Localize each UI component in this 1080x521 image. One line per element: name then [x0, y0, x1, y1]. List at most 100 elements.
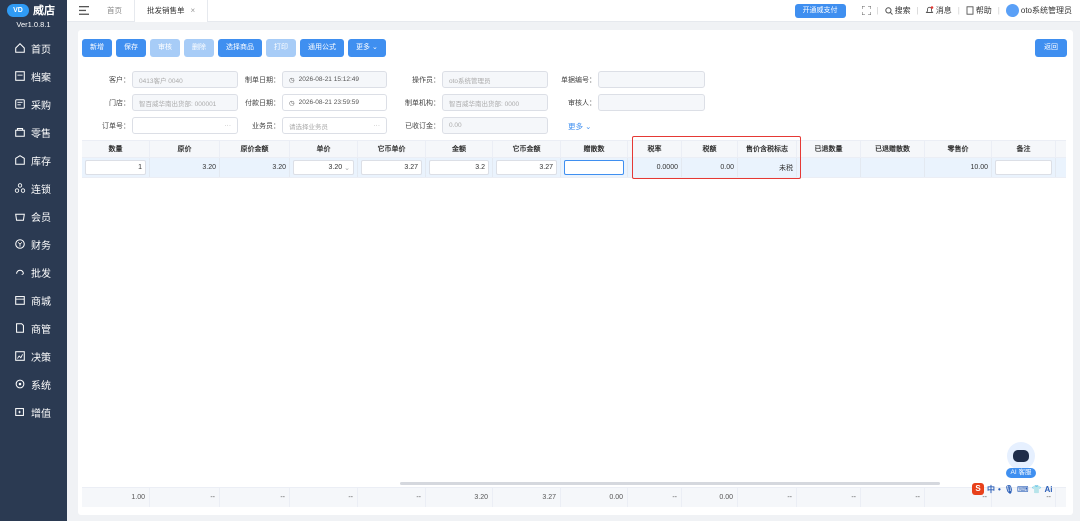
search-button[interactable]: 搜索 [884, 5, 911, 16]
sogou-ime-icon[interactable]: S [972, 483, 984, 495]
cell-tax-amount: 0.00 [682, 158, 738, 177]
column-header[interactable]: 赠散数 [561, 141, 628, 157]
sidebar-item-decision[interactable]: 决策 [0, 342, 67, 370]
cell-amount[interactable]: 3.2 [426, 158, 493, 177]
more-button[interactable]: 更多 ⌄ [348, 39, 386, 57]
keyboard-icon[interactable]: ⌨ [1017, 485, 1029, 494]
gift-qty-input[interactable] [564, 160, 624, 175]
shirt-icon[interactable]: 👕 [1032, 485, 1042, 494]
help-button[interactable]: 帮助 [966, 5, 992, 16]
sidebar-item-wholesale[interactable]: 批发 [0, 258, 67, 286]
new-button[interactable]: 新增 [82, 39, 112, 57]
horizontal-scrollbar[interactable] [400, 482, 940, 485]
return-button[interactable]: 返回 [1035, 39, 1067, 57]
save-button[interactable]: 保存 [116, 39, 146, 57]
unit-price-input[interactable]: 3.20 ⌄ [293, 160, 354, 175]
chain-icon [14, 182, 26, 194]
tab-home[interactable]: 首页 [95, 0, 134, 22]
sidebar-item-system[interactable]: 系统 [0, 370, 67, 398]
top-bar: 首页 批发销售单 × 开通威支付 | 搜索 | 消息 | 帮助 | oto系统管… [67, 0, 1080, 22]
open-pay-button[interactable]: 开通威支付 [794, 3, 846, 18]
sidebar-item-value-added[interactable]: 增值 [0, 398, 67, 426]
formula-button[interactable]: 通用公式 [300, 39, 344, 57]
sidebar-item-merchant[interactable]: 商管 [0, 314, 67, 342]
ai-assistant-button[interactable]: AI 客服 [1001, 442, 1041, 484]
ellipsis-icon[interactable]: ··· [225, 122, 232, 129]
remark-input[interactable] [995, 160, 1052, 175]
org-field[interactable]: 智百威华南出货部: 0000 [442, 94, 548, 111]
ellipsis-icon[interactable]: ··· [374, 122, 381, 129]
tab-wholesale-sales[interactable]: 批发销售单 × [134, 0, 209, 22]
fullscreen-icon[interactable] [861, 6, 871, 15]
table-row[interactable]: 1 3.20 3.20 3.20 ⌄ 3.27 3.2 3.27 0.0000 … [82, 158, 1066, 178]
reviewer-field[interactable] [598, 94, 705, 111]
cell-gift-qty[interactable] [561, 158, 628, 177]
cell-unit-price[interactable]: 3.20 ⌄ [290, 158, 358, 177]
sidebar-item-label: 商管 [31, 324, 51, 336]
ime-ai[interactable]: Ai [1044, 485, 1052, 494]
column-header[interactable]: 它币单价 [358, 141, 426, 157]
collapse-menu-icon[interactable] [73, 6, 95, 15]
customer-field[interactable]: 0413客户 0040 [132, 71, 238, 88]
cell-qty[interactable]: 1 [82, 158, 150, 177]
operator-field[interactable]: oto系统管理员 [442, 71, 548, 88]
column-header[interactable]: 已退数量 [797, 141, 861, 157]
ime-toolbar[interactable]: S 中 • 🎙 ⌨ 👕 Ai [972, 483, 1052, 495]
column-header[interactable]: 税率 [628, 141, 682, 157]
select-product-button[interactable]: 选择商品 [218, 39, 262, 57]
review-button[interactable]: 审核 [150, 39, 180, 57]
fc-amount-input[interactable]: 3.27 [496, 160, 557, 175]
punctuation-icon[interactable]: • [998, 485, 1001, 494]
fc-unit-price-input[interactable]: 3.27 [361, 160, 422, 175]
doc-no-field[interactable] [598, 71, 705, 88]
column-header[interactable]: 备注 [992, 141, 1056, 157]
column-header[interactable]: 单价 [290, 141, 358, 157]
sidebar-item-purchase[interactable]: 采购 [0, 90, 67, 118]
cell-fc-unit-price[interactable]: 3.27 [358, 158, 426, 177]
cell-fc-amount[interactable]: 3.27 [493, 158, 561, 177]
messages-button[interactable]: 消息 [925, 5, 952, 16]
column-header[interactable]: 零售价 [925, 141, 992, 157]
qty-input[interactable]: 1 [85, 160, 146, 175]
salesman-field[interactable]: 请选择业务员 ··· [282, 117, 387, 134]
sidebar-item-label: 首页 [31, 44, 51, 56]
column-header[interactable]: 原价 [150, 141, 220, 157]
sidebar-item-mall[interactable]: 商城 [0, 286, 67, 314]
order-field[interactable]: ··· [132, 117, 238, 134]
pay-date-field[interactable]: ◷ 2026-08-21 23:59:59 [282, 94, 387, 111]
print-button[interactable]: 打印 [266, 39, 296, 57]
footer-total: 1.00 [82, 488, 150, 507]
amount-input[interactable]: 3.2 [429, 160, 489, 175]
store-field[interactable]: 智百威华南出货部: 000001 [132, 94, 238, 111]
sidebar-item-chain[interactable]: 连锁 [0, 174, 67, 202]
sidebar-item-finance[interactable]: 财务 [0, 230, 67, 258]
delete-button[interactable]: 删除 [184, 39, 214, 57]
cell-remark[interactable] [992, 158, 1056, 177]
clock-icon: ◷ [289, 76, 295, 84]
column-header[interactable]: 售价含税标志 [738, 141, 797, 157]
chevron-down-icon[interactable]: ⌄ [344, 164, 350, 172]
column-header[interactable]: 数量 [82, 141, 150, 157]
microphone-icon[interactable]: 🎙 [1004, 485, 1014, 494]
brand-logo-icon: VD [7, 3, 29, 17]
deposit-field[interactable]: 0.00 [442, 117, 548, 134]
footer-total: 0.00 [682, 488, 738, 507]
user-menu[interactable]: oto系统管理员 [1005, 4, 1072, 17]
column-header[interactable]: 已退赠散数 [861, 141, 925, 157]
column-header[interactable]: 它币金额 [493, 141, 561, 157]
column-header[interactable]: 税额 [682, 141, 738, 157]
sidebar-item-retail[interactable]: 零售 [0, 118, 67, 146]
sidebar-item-inventory[interactable]: 库存 [0, 146, 67, 174]
footer-total: -- [290, 488, 358, 507]
ime-mode[interactable]: 中 [987, 484, 995, 495]
more-fields-link[interactable]: 更多 ⌄ [568, 121, 591, 132]
doc-date-field[interactable]: ◷ 2026-08-21 15:12:49 [282, 71, 387, 88]
close-icon[interactable]: × [191, 6, 196, 15]
column-header[interactable]: 原价金额 [220, 141, 290, 157]
column-header[interactable]: 金额 [426, 141, 493, 157]
sidebar-item-home[interactable]: 首页 [0, 34, 67, 62]
pay-date-label: 付款日期： [245, 99, 280, 107]
sidebar-item-member[interactable]: 会员 [0, 202, 67, 230]
brand-name: 威店 [33, 5, 55, 17]
sidebar-item-archive[interactable]: 档案 [0, 62, 67, 90]
